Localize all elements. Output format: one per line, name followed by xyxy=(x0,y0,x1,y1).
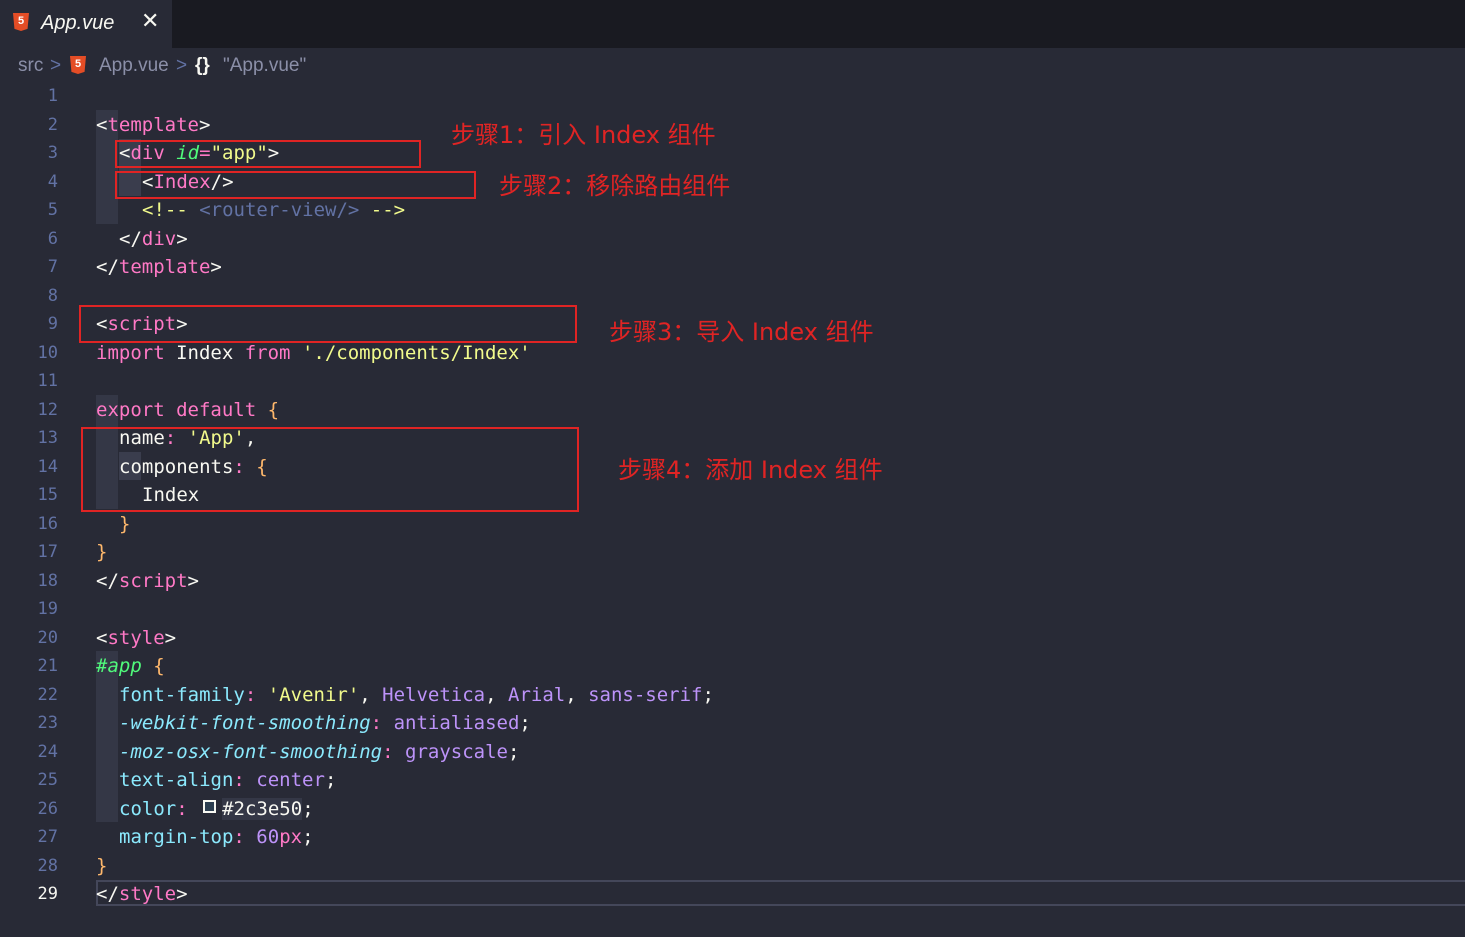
breadcrumb: src > 5 App.vue > {} "App.vue" xyxy=(0,48,1465,84)
braces-icon: {} xyxy=(195,55,210,76)
annotation-box-step1 xyxy=(115,140,421,168)
code-line: } xyxy=(96,541,108,563)
annotation-step1: 步骤1：引入 Index 组件 xyxy=(451,121,716,149)
annotation-box-step4 xyxy=(81,427,579,512)
code-line: font-family: 'Avenir', Helvetica, Arial,… xyxy=(119,683,714,706)
annotation-step2: 步骤2：移除路由组件 xyxy=(499,172,731,200)
code-line: margin-top: 60px; xyxy=(119,826,314,848)
code-line: <div id="app"> xyxy=(119,142,280,164)
annotation-step4: 步骤4：添加 Index 组件 xyxy=(618,456,883,484)
code-line: </template> xyxy=(96,256,222,278)
code-line: text-align: center; xyxy=(119,769,337,791)
breadcrumb-symbol[interactable]: "App.vue" xyxy=(223,55,306,77)
annotation-box-step2 xyxy=(115,171,476,199)
code-line: } xyxy=(96,854,108,877)
code-line: <template> xyxy=(96,113,211,136)
tab-title: App.vue xyxy=(41,12,115,34)
breadcrumb-file[interactable]: App.vue xyxy=(99,55,169,77)
code-line: #app { xyxy=(96,655,165,677)
annotation-box-step3 xyxy=(79,305,577,343)
code-line: export default { xyxy=(96,398,280,421)
chevron-right-icon: > xyxy=(176,55,188,76)
tab-bar: 5 App.vue ✕ xyxy=(0,0,1465,48)
html5-file-icon: 5 xyxy=(13,13,29,31)
annotation-step3: 步骤3：导入 Index 组件 xyxy=(609,318,874,346)
html5-file-icon: 5 xyxy=(70,56,86,74)
close-icon[interactable]: ✕ xyxy=(141,8,159,34)
code-line: -webkit-font-smoothing: antialiased; xyxy=(119,712,531,734)
code-line: -moz-osx-font-smoothing: grayscale; xyxy=(119,740,520,763)
code-line: name: 'App', xyxy=(119,427,257,449)
code-line: </style> xyxy=(96,883,188,905)
tab-app-vue[interactable]: 5 App.vue ✕ xyxy=(0,0,172,48)
chevron-right-icon: > xyxy=(50,55,62,76)
breadcrumb-folder[interactable]: src xyxy=(18,55,43,77)
code-line: color: #2c3e50; xyxy=(119,797,314,820)
code-line: </div> xyxy=(119,227,188,250)
code-line: </script> xyxy=(96,569,199,592)
code-line: <style> xyxy=(96,626,177,649)
